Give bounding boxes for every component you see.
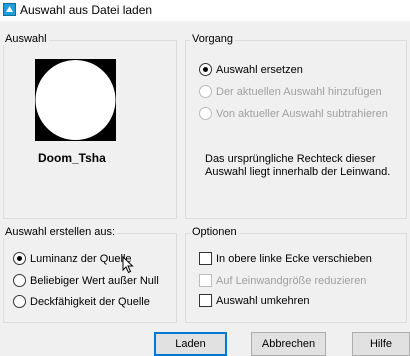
cancel-button[interactable]: Abbrechen — [251, 332, 326, 356]
checkbox-indicator[interactable] — [199, 294, 212, 307]
checkbox-invert-selection[interactable]: Auswahl umkehren — [199, 294, 310, 307]
radio-label: Deckfähigkeit der Quelle — [30, 295, 150, 308]
options-group-legend: Optionen — [190, 226, 239, 238]
radio-indicator[interactable] — [199, 85, 212, 98]
create-from-group-legend: Auswahl erstellen aus: — [3, 226, 118, 238]
radio-source-opacity[interactable]: Deckfähigkeit der Quelle — [13, 295, 150, 308]
checkbox-label: In obere linke Ecke verschieben — [216, 252, 372, 265]
app-icon — [3, 3, 16, 16]
vorgang-group-legend: Vorgang — [190, 33, 235, 45]
help-button[interactable]: Hilfe — [352, 332, 410, 356]
checkbox-indicator[interactable] — [199, 274, 212, 287]
radio-replace-selection[interactable]: Auswahl ersetzen — [199, 63, 303, 76]
radio-add-to-selection[interactable]: Der aktuellen Auswahl hinzufügen — [199, 85, 382, 98]
mouse-cursor-icon — [122, 256, 134, 274]
auswahl-group-legend: Auswahl — [3, 33, 49, 45]
radio-label: Von aktueller Auswahl subtrahieren — [216, 107, 388, 120]
checkbox-indicator[interactable] — [199, 252, 212, 265]
radio-source-luminance[interactable]: Luminanz der Quelle — [13, 252, 132, 265]
load-button[interactable]: Laden — [154, 332, 227, 356]
radio-indicator[interactable] — [13, 252, 26, 265]
checkbox-move-top-left[interactable]: In obere linke Ecke verschieben — [199, 252, 372, 265]
selection-preview — [35, 59, 116, 141]
checkbox-label: Auswahl umkehren — [216, 294, 310, 307]
radio-label: Luminanz der Quelle — [30, 252, 132, 265]
radio-any-nonzero[interactable]: Beliebiger Wert außer Null — [13, 274, 159, 287]
radio-label: Beliebiger Wert außer Null — [30, 274, 159, 287]
radio-indicator[interactable] — [199, 107, 212, 120]
radio-indicator[interactable] — [199, 63, 212, 76]
checkbox-label: Auf Leinwandgröße reduzieren — [216, 274, 367, 287]
radio-subtract-from-selection[interactable]: Von aktueller Auswahl subtrahieren — [199, 107, 388, 120]
preview-name: Doom_Tsha — [38, 151, 106, 165]
title-bar: Auswahl aus Datei laden — [0, 0, 410, 21]
info-text: Das ursprüngliche Rechteck dieser Auswah… — [205, 153, 391, 178]
radio-label: Der aktuellen Auswahl hinzufügen — [216, 85, 382, 98]
radio-indicator[interactable] — [13, 274, 26, 287]
checkbox-reduce-to-canvas[interactable]: Auf Leinwandgröße reduzieren — [199, 274, 366, 287]
radio-label: Auswahl ersetzen — [216, 63, 303, 76]
window-title: Auswahl aus Datei laden — [20, 3, 153, 17]
radio-indicator[interactable] — [13, 295, 26, 308]
